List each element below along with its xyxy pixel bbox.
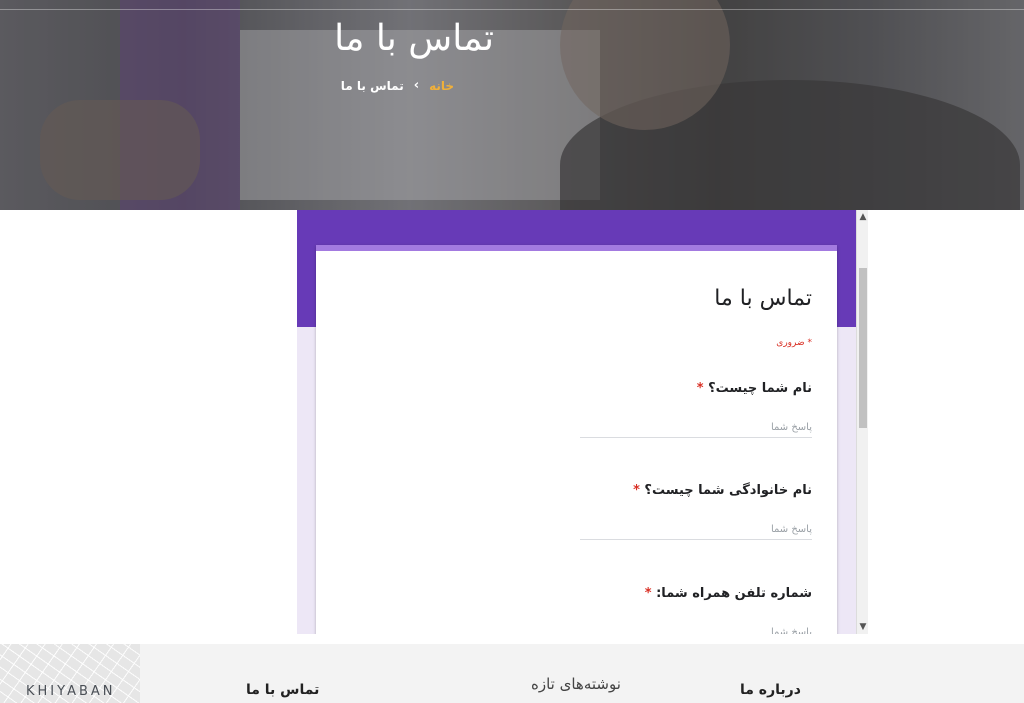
frame-scrollbar[interactable]: ▲ ▼ — [856, 210, 868, 634]
question-label: شماره تلفن همراه شما: * — [580, 586, 812, 601]
page-header-banner: تماس با ما خانه › تماس با ما — [0, 0, 1024, 210]
breadcrumb-separator-icon: › — [413, 78, 420, 93]
footer-heading-recent-posts: نوشته‌های تازه — [531, 675, 621, 693]
last-name-input[interactable]: پاسخ شما — [580, 520, 812, 540]
question-label: نام شما چیست؟ * — [580, 381, 812, 396]
header-divider — [0, 9, 1024, 10]
breadcrumb-current: تماس با ما — [340, 78, 404, 93]
form-title: تماس با ما — [714, 286, 812, 311]
question-mobile: شماره تلفن همراه شما: * پاسخ شما — [580, 586, 812, 634]
footer-heading-about: درباره ما — [740, 682, 801, 698]
required-star: * — [696, 381, 704, 396]
question-last-name: نام خانوادگی شما چیست؟ * پاسخ شما — [580, 483, 812, 540]
embedded-form-frame: تماس با ما * ضروری نام شما چیست؟ * پاسخ … — [297, 210, 868, 634]
footer-logo[interactable]: KHIYABAN — [26, 684, 116, 699]
question-text: نام خانوادگی شما چیست؟ — [644, 483, 812, 498]
scroll-down-icon[interactable]: ▼ — [857, 620, 868, 634]
footer-heading-contact: تماس با ما — [246, 682, 320, 698]
mobile-input[interactable]: پاسخ شما — [580, 623, 812, 634]
form-card: تماس با ما * ضروری نام شما چیست؟ * پاسخ … — [316, 245, 837, 634]
first-name-input[interactable]: پاسخ شما — [580, 418, 812, 438]
breadcrumb-home-link[interactable]: خانه — [429, 79, 454, 93]
site-footer: KHIYABAN تماس با ما نوشته‌های تازه دربار… — [0, 644, 1024, 703]
question-text: نام شما چیست؟ — [708, 381, 812, 396]
question-text: شماره تلفن همراه شما: — [656, 586, 812, 601]
scrollbar-thumb[interactable] — [859, 268, 867, 428]
question-first-name: نام شما چیست؟ * پاسخ شما — [580, 381, 812, 438]
required-star: * — [644, 586, 652, 601]
question-label: نام خانوادگی شما چیست؟ * — [580, 483, 812, 498]
breadcrumb: خانه › تماس با ما — [341, 78, 454, 93]
scroll-up-icon[interactable]: ▲ — [857, 210, 868, 224]
page-title: تماس با ما — [334, 18, 494, 59]
required-note: * ضروری — [776, 338, 812, 348]
required-star: * — [633, 483, 640, 498]
banner-overlay — [0, 0, 1024, 210]
